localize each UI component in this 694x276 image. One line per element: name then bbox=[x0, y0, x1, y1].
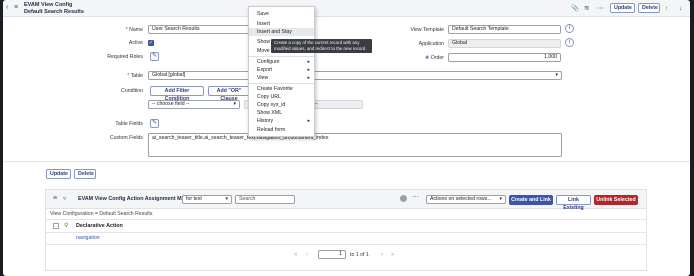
related-list-header: ≡ ▿ EVAM View Config Action Assignment M… bbox=[46, 190, 646, 211]
page-input[interactable]: 1 bbox=[318, 250, 346, 259]
name-input[interactable]: User Search Results bbox=[148, 25, 256, 34]
required-roles-label: Required Roles bbox=[107, 54, 143, 60]
status-dot-icon bbox=[400, 195, 407, 202]
chevron-right-icon: ▸ bbox=[307, 59, 310, 65]
update-button[interactable]: Update bbox=[610, 3, 635, 13]
chevron-right-icon: ▸ bbox=[307, 118, 310, 124]
edit-table-fields-icon[interactable]: ✎ bbox=[150, 119, 159, 128]
view-template-label: View Template bbox=[410, 27, 444, 33]
create-and-link-button[interactable]: Create and Link bbox=[509, 195, 553, 205]
chevron-right-icon: ▸ bbox=[307, 75, 310, 81]
related-list-title: EVAM View Config Action Assignment M2Ms bbox=[78, 196, 193, 202]
context-menu: Save Insert Insert and Stay Show Move Co… bbox=[248, 6, 315, 137]
active-checkbox[interactable]: ✓ bbox=[148, 40, 154, 46]
last-page-icon[interactable]: » bbox=[391, 252, 394, 258]
back-icon[interactable]: ‹ bbox=[6, 4, 13, 12]
table-fields-label: Table Fields bbox=[115, 121, 143, 127]
custom-fields-textarea[interactable]: ai_search_teaser_title,ai_search_teaser_… bbox=[148, 133, 562, 157]
delete-button-bottom[interactable]: Delete bbox=[74, 169, 96, 179]
search-input[interactable]: Search bbox=[235, 195, 295, 204]
chevron-down-icon: ▾ bbox=[233, 101, 236, 107]
previous-page-icon[interactable]: ‹ bbox=[306, 252, 308, 258]
menu-item-insert[interactable]: Insert bbox=[249, 20, 314, 28]
menu-item-configure[interactable]: Configure ▸ bbox=[249, 58, 314, 66]
previous-record-icon[interactable]: ↑ bbox=[665, 4, 668, 13]
search-field-select[interactable]: for text ▾ bbox=[182, 195, 232, 204]
table-select[interactable]: Global [global] ▾ bbox=[148, 71, 562, 80]
order-label: ❋ Order bbox=[424, 55, 444, 61]
menu-item-export[interactable]: Export ▸ bbox=[249, 66, 314, 74]
link-existing-button[interactable]: Link Existing bbox=[556, 195, 591, 211]
menu-item-history[interactable]: History ▸ bbox=[249, 117, 314, 125]
chevron-down-icon: ▾ bbox=[555, 72, 558, 78]
menu-item-view[interactable]: View ▸ bbox=[249, 74, 314, 82]
condition-label: Condition bbox=[121, 88, 143, 94]
chevron-right-icon: ▸ bbox=[307, 67, 310, 73]
actions-select[interactable]: Actions on selected rows... ▾ bbox=[426, 195, 506, 204]
app-frame: ‹ ≡ EVAM View Config Default Search Resu… bbox=[3, 0, 690, 276]
related-list: ≡ ▿ EVAM View Config Action Assignment M… bbox=[45, 189, 647, 271]
section-divider bbox=[3, 161, 690, 162]
order-input[interactable]: 1,000 bbox=[448, 53, 561, 62]
menu-divider bbox=[249, 83, 314, 84]
form-subtitle: Default Search Results bbox=[24, 9, 84, 15]
chevron-down-icon: ▾ bbox=[225, 196, 228, 202]
chevron-down-icon: ▾ bbox=[499, 196, 502, 202]
choose-field-select[interactable]: -- choose field -- ▾ bbox=[148, 100, 240, 109]
menu-item-copy-sys-id[interactable]: Copy sys_id bbox=[249, 101, 314, 109]
menu-item-create-favorite[interactable]: Create Favorite bbox=[249, 85, 314, 93]
form-header: ‹ ≡ EVAM View Config Default Search Resu… bbox=[3, 0, 690, 17]
more-options-icon[interactable]: ⋯ bbox=[412, 193, 419, 201]
name-label: * Name bbox=[125, 27, 143, 33]
menu-item-save[interactable]: Save bbox=[249, 10, 314, 18]
add-filter-condition-button[interactable]: Add Filter Condition bbox=[150, 86, 204, 102]
divider bbox=[46, 219, 646, 220]
delete-button[interactable]: Delete bbox=[638, 3, 660, 13]
unlink-selected-button[interactable]: Unlink Selected bbox=[594, 195, 638, 205]
application-input: Global bbox=[448, 39, 561, 48]
table-row-link[interactable]: navigation bbox=[76, 235, 100, 241]
filter-icon[interactable]: ▿ bbox=[63, 195, 66, 202]
menu-item-insert-and-stay[interactable]: Insert and Stay bbox=[249, 28, 314, 36]
activity-icon[interactable]: ≋ bbox=[584, 4, 589, 13]
divider bbox=[46, 244, 646, 245]
menu-item-show-xml[interactable]: Show XML bbox=[249, 109, 314, 117]
view-template-input[interactable]: Default Search Template bbox=[448, 25, 561, 34]
divider bbox=[46, 232, 646, 233]
breadcrumb[interactable]: View Configuration = Default Search Resu… bbox=[50, 211, 152, 217]
context-menu-icon[interactable]: ≡ bbox=[14, 4, 22, 12]
next-record-icon[interactable]: ↓ bbox=[679, 4, 682, 13]
list-menu-icon[interactable]: ≡ bbox=[53, 195, 57, 202]
next-page-icon[interactable]: › bbox=[381, 252, 383, 258]
application-label: Application bbox=[418, 41, 444, 47]
form-title: EVAM View Config bbox=[24, 2, 73, 8]
table-label: * Table bbox=[127, 73, 143, 79]
pagination-text: to 1 of 1 bbox=[350, 252, 369, 258]
menu-item-copy-url[interactable]: Copy URL bbox=[249, 93, 314, 101]
info-icon[interactable]: i bbox=[565, 24, 574, 33]
first-page-icon[interactable]: « bbox=[294, 252, 297, 258]
column-header[interactable]: Declarative Action bbox=[76, 223, 123, 229]
edit-roles-icon[interactable]: ✎ bbox=[150, 52, 159, 61]
update-button-bottom[interactable]: Update bbox=[46, 169, 71, 179]
search-icon[interactable]: ⚲ bbox=[64, 222, 68, 229]
menu-tooltip: Create a copy of the current record with… bbox=[271, 39, 372, 53]
active-label: Active bbox=[128, 40, 143, 46]
custom-fields-label: Custom Fields bbox=[109, 135, 143, 141]
menu-divider bbox=[249, 56, 314, 57]
select-all-checkbox[interactable] bbox=[53, 223, 59, 229]
attachment-icon[interactable]: 📎 bbox=[571, 4, 579, 13]
more-options-icon[interactable]: ⋯ bbox=[597, 4, 604, 13]
add-or-clause-button[interactable]: Add "OR" Clause bbox=[208, 86, 250, 102]
menu-item-reload-form[interactable]: Reload form bbox=[249, 126, 314, 134]
info-icon[interactable]: i bbox=[565, 38, 574, 47]
